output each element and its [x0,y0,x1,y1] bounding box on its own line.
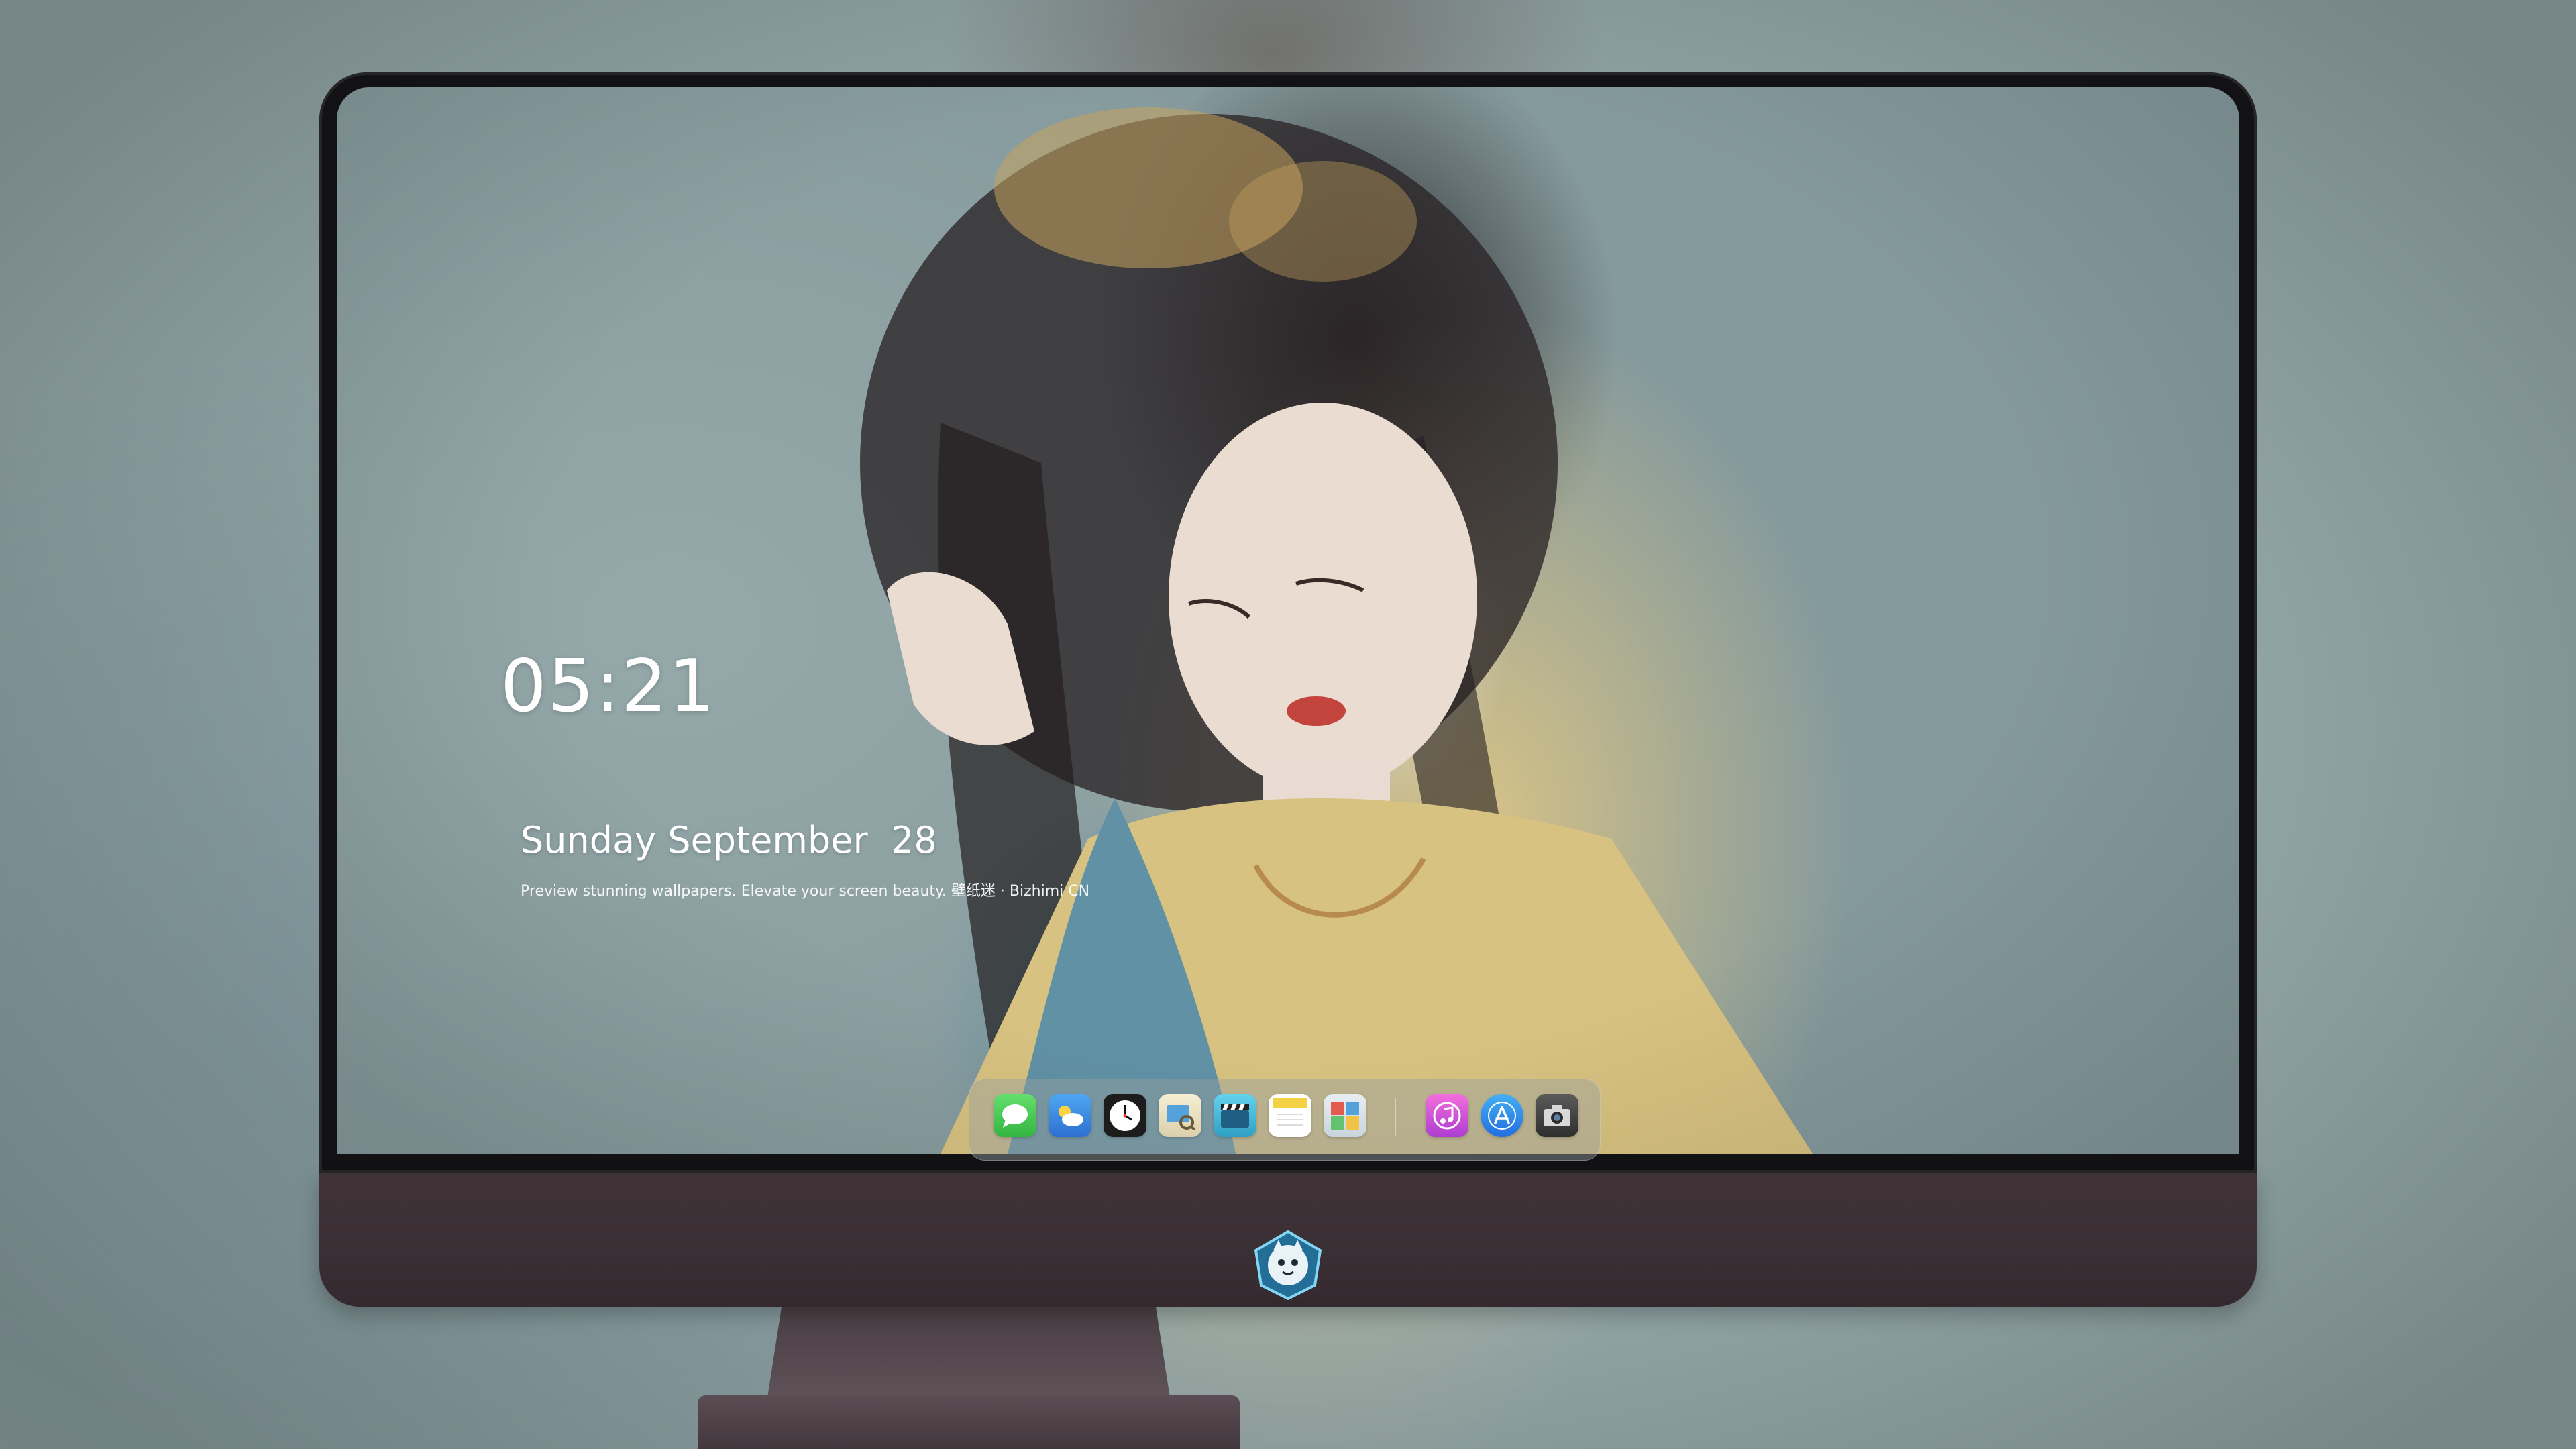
clock-icon[interactable] [1104,1094,1146,1137]
video-icon[interactable] [1214,1094,1256,1137]
dock [969,1079,1601,1161]
messages-icon[interactable] [994,1094,1036,1137]
weather-icon[interactable] [1049,1094,1091,1137]
preview-icon[interactable] [1159,1094,1201,1137]
lock-screen-tagline: Preview stunning wallpapers. Elevate you… [521,883,1090,900]
lock-screen-date: Sunday September 28 [521,819,937,861]
mascot-logo-icon [1253,1230,1323,1301]
monitor-stand-base [698,1395,1240,1449]
lock-screen [337,87,2239,1154]
lock-screen-time: 05:21 [500,645,716,729]
photo-booth-icon[interactable] [1324,1094,1366,1137]
dock-separator [1395,1098,1396,1136]
music-icon[interactable] [1426,1094,1468,1137]
screen-vignette [337,87,2239,1154]
notes-icon[interactable] [1269,1094,1311,1137]
camera-icon[interactable] [1536,1094,1578,1137]
app-store-icon[interactable] [1481,1094,1523,1137]
desktop-background: 05:21 Sunday September 28 Preview stunni… [0,0,2576,1449]
